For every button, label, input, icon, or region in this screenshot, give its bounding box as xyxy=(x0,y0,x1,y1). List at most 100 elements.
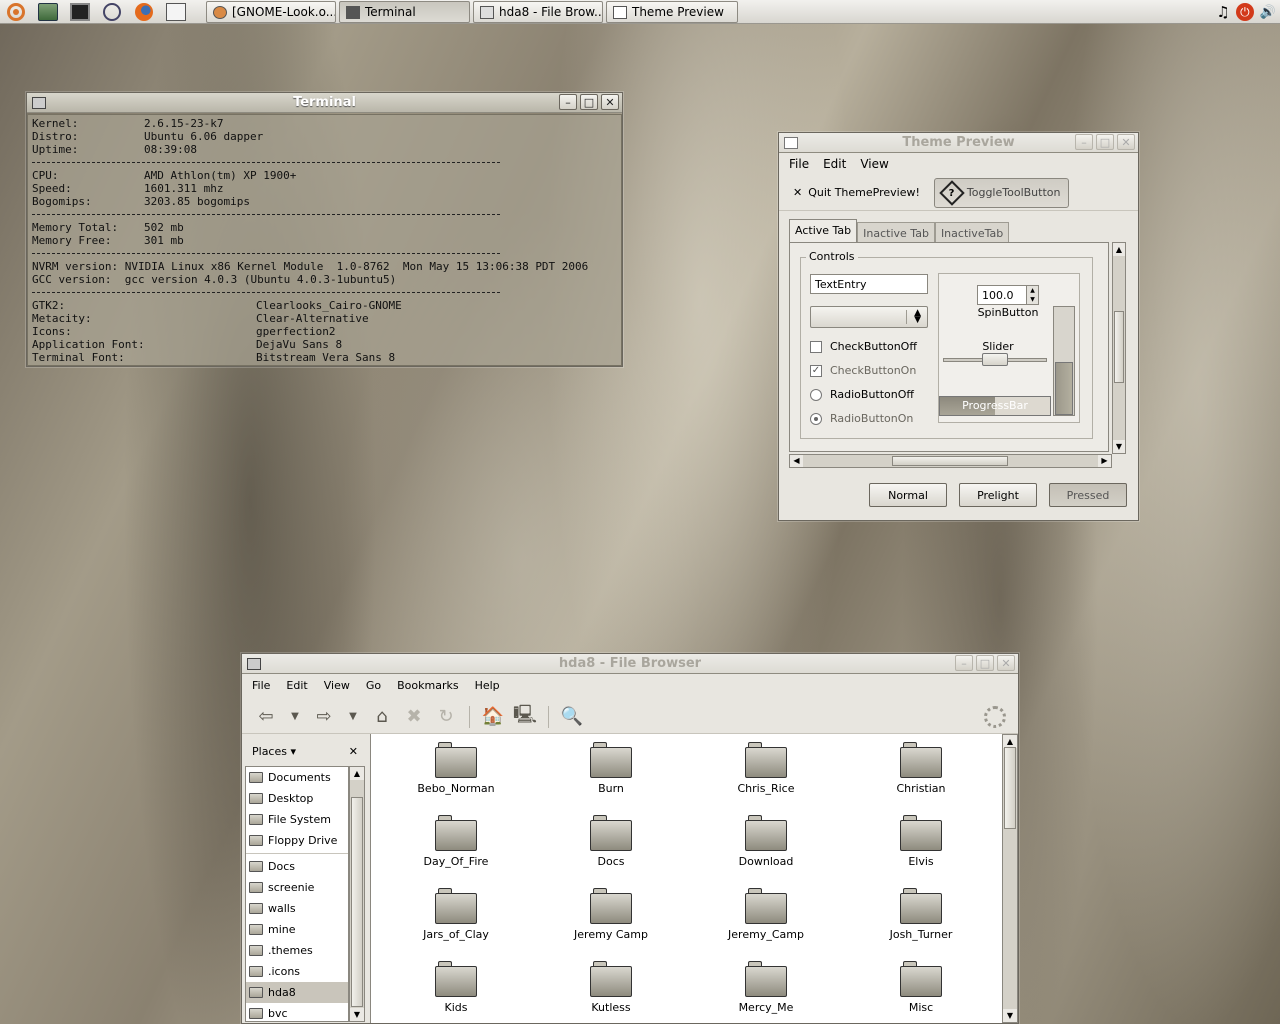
places-item[interactable]: .themes xyxy=(246,940,348,961)
radio-button-on[interactable]: RadioButtonOn xyxy=(810,412,913,425)
folder-item[interactable]: Kids xyxy=(391,961,521,1014)
minimize-icon[interactable]: – xyxy=(559,94,577,110)
folder-item[interactable]: Josh_Turner xyxy=(856,888,986,941)
folder-item[interactable]: Jeremy Camp xyxy=(546,888,676,941)
places-item[interactable]: mine xyxy=(246,919,348,940)
slider-handle[interactable] xyxy=(982,353,1008,366)
normal-button[interactable]: Normal xyxy=(869,483,947,507)
check-button-off[interactable]: CheckButtonOff xyxy=(810,340,917,353)
horizontal-scrollbar[interactable]: ◀ ▶ xyxy=(789,454,1112,468)
tab-inactive-2[interactable]: InactiveTab xyxy=(934,222,1010,242)
folder-item[interactable]: Docs xyxy=(546,815,676,868)
task-terminal[interactable]: Terminal xyxy=(339,1,470,23)
back-history-icon[interactable]: ▼ xyxy=(284,704,306,730)
quit-button[interactable]: ✕ Quit ThemePreview! xyxy=(785,182,928,203)
task-gnome-look[interactable]: [GNOME-Look.o... xyxy=(206,1,336,23)
tab-inactive-1[interactable]: Inactive Tab xyxy=(857,222,935,242)
minimize-icon[interactable]: – xyxy=(1075,134,1093,150)
stop-icon[interactable]: ✖ xyxy=(400,704,428,730)
window-menu-icon[interactable] xyxy=(247,657,261,670)
places-item[interactable]: Floppy Drive xyxy=(246,830,348,851)
spin-arrows-icon[interactable]: ▲ ▼ xyxy=(1026,286,1038,304)
scroll-down-icon[interactable]: ▼ xyxy=(1113,440,1125,453)
places-item[interactable]: Desktop xyxy=(246,788,348,809)
firefox-icon[interactable] xyxy=(128,0,160,24)
terminal-titlebar[interactable]: Terminal – □ ✕ xyxy=(27,93,622,113)
computer-icon[interactable]: 🖳 xyxy=(511,704,539,730)
back-icon[interactable]: ⇦ xyxy=(252,704,280,730)
terminal-icon[interactable] xyxy=(64,0,96,24)
forward-icon[interactable]: ⇨ xyxy=(310,704,338,730)
menu-go[interactable]: Go xyxy=(366,679,381,692)
menu-file[interactable]: File xyxy=(252,679,270,692)
scroll-down-icon[interactable]: ▼ xyxy=(350,1008,364,1021)
tab-active[interactable]: Active Tab xyxy=(789,219,858,242)
window-menu-icon[interactable] xyxy=(32,96,46,109)
folder-item[interactable]: Kutless xyxy=(546,961,676,1014)
toggle-tool-button[interactable]: ? ToggleToolButton xyxy=(933,177,1070,208)
folder-item[interactable]: Jars_of_Clay xyxy=(391,888,521,941)
vertical-scale-fill[interactable] xyxy=(1055,362,1073,415)
places-item[interactable]: Docs xyxy=(246,856,348,877)
task-theme-preview[interactable]: Theme Preview xyxy=(606,1,738,23)
maximize-icon[interactable]: □ xyxy=(580,94,598,110)
folder-icon[interactable] xyxy=(32,0,64,24)
close-icon[interactable]: ✕ xyxy=(1117,134,1135,150)
menu-bookmarks[interactable]: Bookmarks xyxy=(397,679,458,692)
scroll-right-icon[interactable]: ▶ xyxy=(1098,455,1111,467)
scroll-down-icon[interactable]: ▼ xyxy=(1003,1009,1017,1022)
places-selector[interactable]: Places ▾ xyxy=(252,745,296,758)
scroll-thumb[interactable] xyxy=(1114,311,1124,383)
vertical-scrollbar[interactable]: ▲ ▼ xyxy=(1112,242,1126,454)
combo-box[interactable]: ▲ ▼ xyxy=(810,306,928,328)
menu-edit[interactable]: Edit xyxy=(286,679,307,692)
folder-item[interactable]: Burn xyxy=(546,742,676,795)
places-scrollbar[interactable]: ▲ ▼ xyxy=(349,766,365,1022)
forward-history-icon[interactable]: ▼ xyxy=(342,704,364,730)
scroll-left-icon[interactable]: ◀ xyxy=(790,455,803,467)
window-menu-icon[interactable] xyxy=(784,136,798,149)
network-icon[interactable] xyxy=(96,0,128,24)
volume-icon[interactable]: 🔊 xyxy=(1260,5,1276,20)
terminal-output[interactable]: Kernel: 2.6.15-23-k7 Distro: Ubuntu 6.06 d… xyxy=(27,114,622,366)
folder-item[interactable]: Bebo_Norman xyxy=(391,742,521,795)
menu-view[interactable]: View xyxy=(860,157,888,171)
folder-item[interactable]: Jeremy_Camp xyxy=(701,888,831,941)
minimize-icon[interactable]: – xyxy=(955,655,973,671)
icon-view[interactable]: Bebo_Norman Burn Chris_Rice Christian Day_Of… xyxy=(370,734,1002,1023)
places-item[interactable]: screenie xyxy=(246,877,348,898)
folder-item[interactable]: Christian xyxy=(856,742,986,795)
search-icon[interactable]: 🔍 xyxy=(558,704,586,730)
prelight-button[interactable]: Prelight xyxy=(959,483,1037,507)
theme-preview-titlebar[interactable]: Theme Preview – □ ✕ xyxy=(779,133,1138,153)
radio-button-off[interactable]: RadioButtonOff xyxy=(810,388,914,401)
folder-item[interactable]: Elvis xyxy=(856,815,986,868)
check-button-on[interactable]: ✓ CheckButtonOn xyxy=(810,364,916,377)
menu-view[interactable]: View xyxy=(324,679,350,692)
places-item[interactable]: Documents xyxy=(246,767,348,788)
scroll-up-icon[interactable]: ▲ xyxy=(1113,243,1125,256)
power-icon[interactable]: ⏻ xyxy=(1235,3,1254,21)
menu-help[interactable]: Help xyxy=(475,679,500,692)
folder-item[interactable]: Download xyxy=(701,815,831,868)
music-icon[interactable]: ♫ xyxy=(1216,3,1229,21)
close-icon[interactable]: ✕ xyxy=(601,94,619,110)
up-icon[interactable]: ⌂ xyxy=(368,704,396,730)
menu-edit[interactable]: Edit xyxy=(823,157,846,171)
task-file-browser[interactable]: hda8 - File Brow... xyxy=(473,1,603,23)
places-item[interactable]: .icons xyxy=(246,961,348,982)
vertical-scale[interactable] xyxy=(1053,306,1075,416)
places-item[interactable]: File System xyxy=(246,809,348,830)
scroll-thumb[interactable] xyxy=(351,797,363,1007)
pressed-button[interactable]: Pressed xyxy=(1049,483,1127,507)
places-item[interactable]: bvc xyxy=(246,1003,348,1021)
maximize-icon[interactable]: □ xyxy=(976,655,994,671)
mail-icon[interactable] xyxy=(160,0,192,24)
ubuntu-menu-icon[interactable] xyxy=(0,0,32,24)
maximize-icon[interactable]: □ xyxy=(1096,134,1114,150)
scroll-thumb[interactable] xyxy=(1004,747,1016,829)
close-icon[interactable]: ✕ xyxy=(349,745,358,758)
scroll-thumb[interactable] xyxy=(892,456,1008,466)
home-icon[interactable]: 🏠 xyxy=(479,704,507,730)
text-entry[interactable]: TextEntry xyxy=(810,274,928,294)
